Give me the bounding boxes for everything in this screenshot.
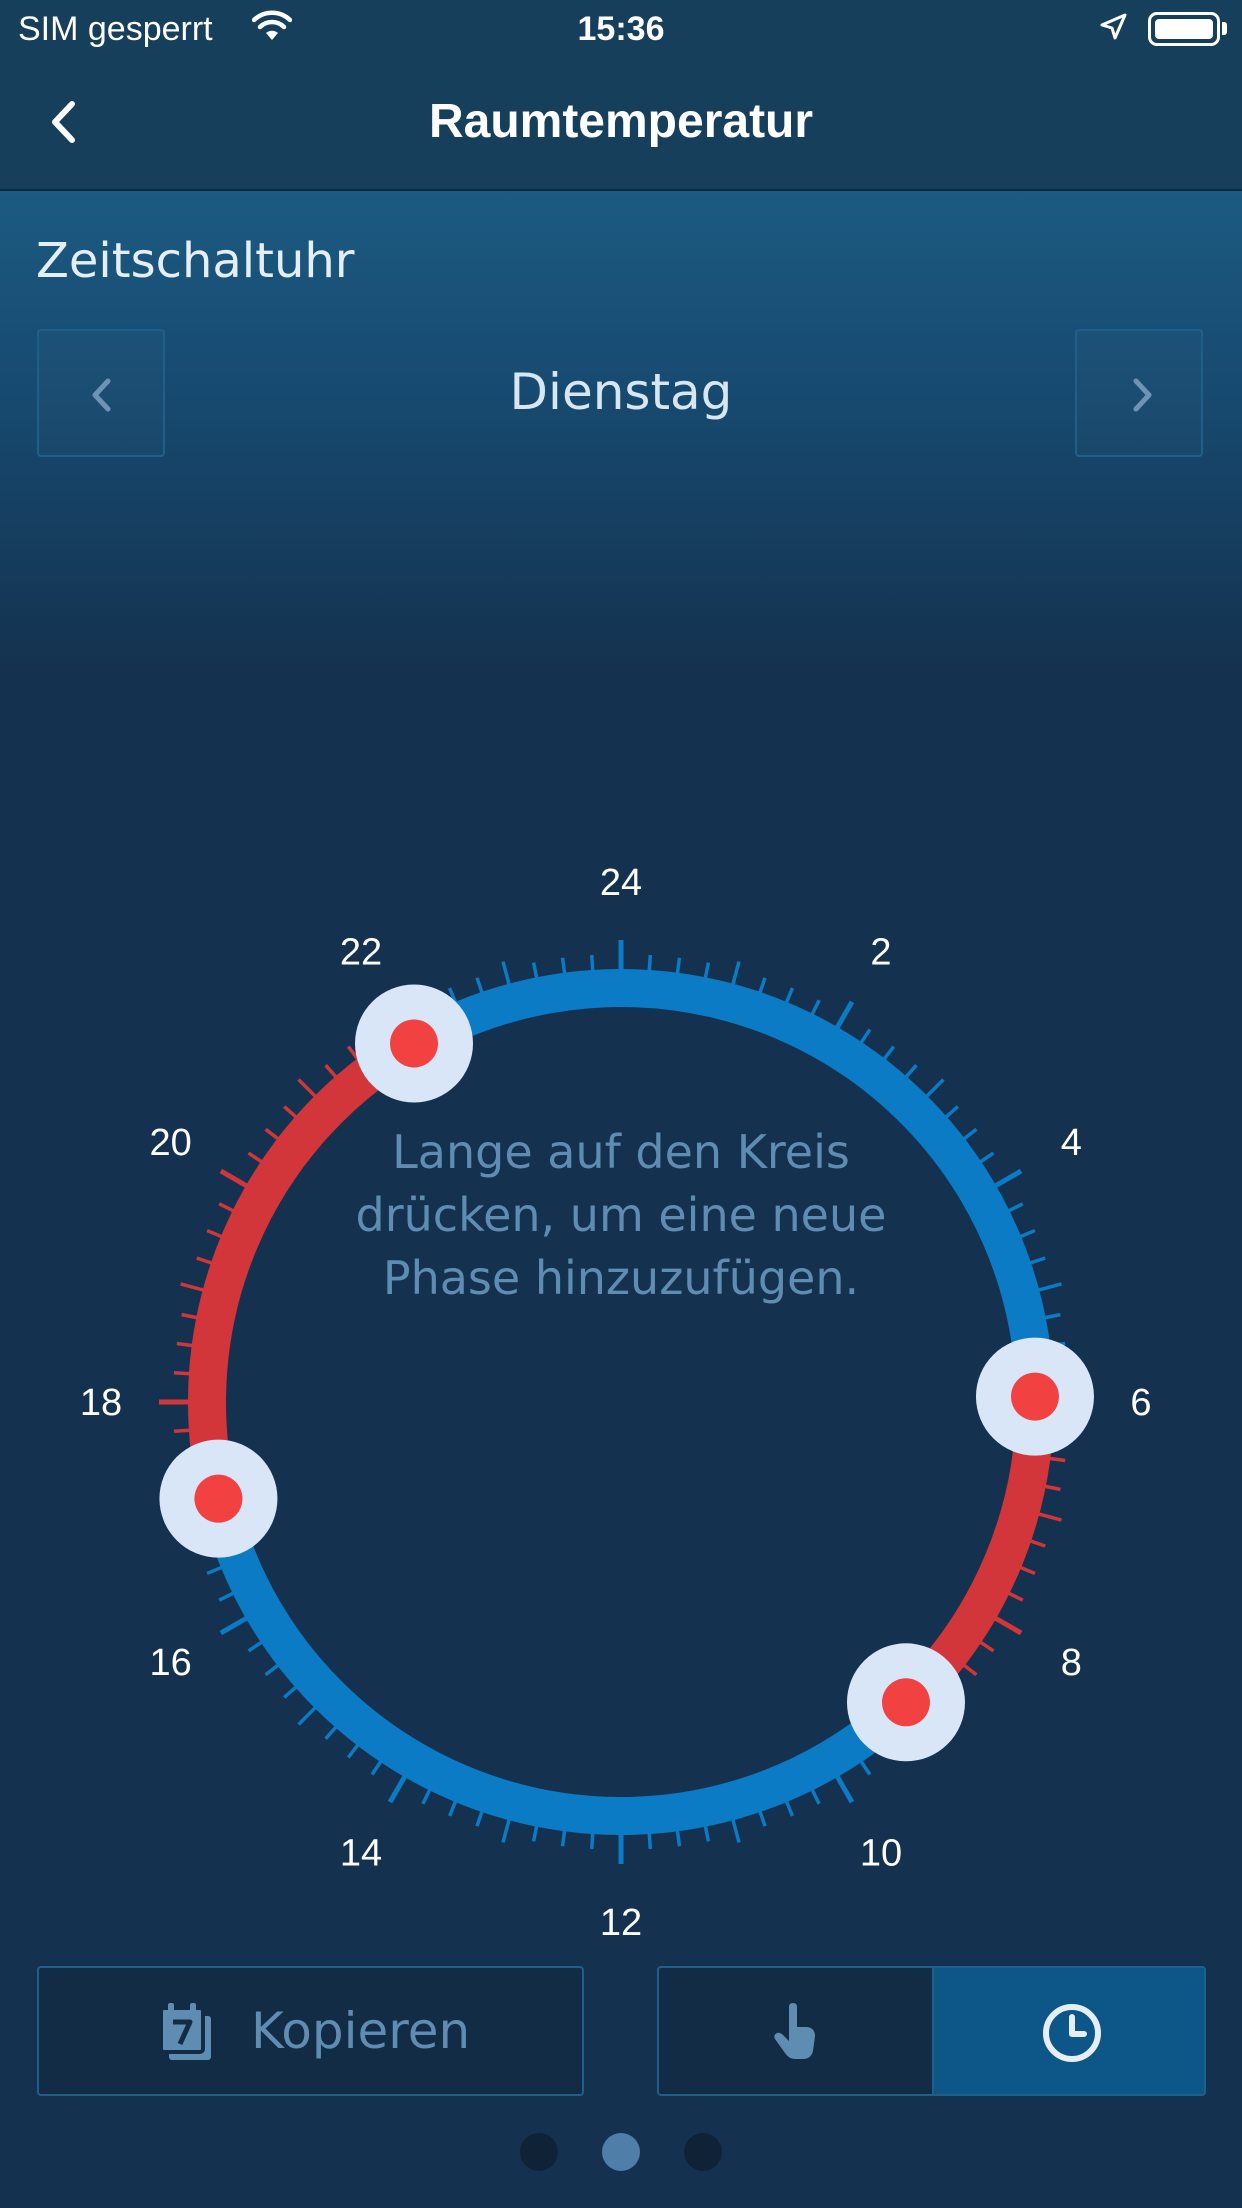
page-dot-active[interactable]	[602, 2133, 640, 2171]
schedule-dial[interactable]: 24246810121416182022	[0, 651, 1242, 1971]
chevron-right-icon	[1133, 378, 1152, 412]
hand-pointer-icon	[774, 2003, 815, 2059]
battery-icon	[1148, 12, 1220, 46]
clock-time: 15:36	[577, 10, 665, 48]
dial-tick	[990, 1168, 1023, 1191]
dial-hour-label: 20	[150, 1122, 192, 1164]
dial-tick	[387, 1771, 410, 1804]
dial-hour-label: 14	[340, 1832, 382, 1874]
dial-tick	[219, 1168, 252, 1191]
calendar-copy-icon	[159, 2003, 211, 2060]
dial-hour-label: 16	[150, 1642, 192, 1684]
timer-mode-button[interactable]	[932, 1968, 1204, 2094]
manual-mode-button[interactable]	[659, 1968, 931, 2094]
status-bar: SIM gesperrt 15:36	[0, 0, 1242, 62]
phase-handle[interactable]	[975, 1337, 1094, 1456]
dial-hour-label: 10	[860, 1832, 902, 1874]
navigation-bar: Raumtemperatur	[0, 62, 1242, 191]
dial-hour-label: 2	[870, 932, 891, 974]
dial-hour-label: 4	[1061, 1122, 1082, 1164]
day-label: Dienstag	[509, 363, 733, 421]
page-dot[interactable]	[520, 2133, 558, 2171]
dial-hour-label: 12	[600, 1902, 642, 1944]
dial-tick	[832, 1000, 855, 1033]
copy-button[interactable]: Kopieren	[37, 1966, 584, 2096]
phase-handle-dot	[390, 1019, 438, 1068]
phase-handle-dot	[194, 1474, 243, 1523]
main-content: Zeitschaltuhr Dienstag 24 2 4 6 8 10 12 14 16 18 2…	[0, 191, 1242, 2208]
dial-hour-label: 6	[1130, 1382, 1151, 1424]
dial-hour-label: 18	[80, 1382, 122, 1424]
phase-handle-dot	[1010, 1372, 1059, 1421]
section-title: Zeitschaltuhr	[36, 233, 355, 289]
dial-hour-label: 22	[340, 932, 382, 974]
phase-handle-dot	[881, 1678, 930, 1727]
dial-phase-arc-cool	[199, 1494, 920, 1835]
battery-nub	[1222, 22, 1227, 35]
page-dot[interactable]	[684, 2133, 722, 2171]
page-indicator	[0, 2133, 1242, 2175]
mode-toggle	[657, 1966, 1206, 2096]
clock-icon	[1043, 2004, 1101, 2062]
copy-button-label: Kopieren	[251, 2002, 471, 2060]
phase-handle[interactable]	[355, 984, 473, 1103]
dial-tick	[990, 1613, 1023, 1636]
page-title: Raumtemperatur	[428, 95, 814, 148]
dial-hour-label: 24	[600, 862, 642, 904]
phase-handle[interactable]	[159, 1439, 278, 1558]
next-day-button[interactable]	[1075, 329, 1203, 457]
dial-hour-label: 8	[1061, 1642, 1082, 1684]
phase-handle[interactable]	[846, 1643, 965, 1762]
dial-hint-text: Lange auf den Kreis drücken, um eine neu…	[355, 1125, 887, 1305]
location-arrow-icon	[1098, 12, 1128, 51]
